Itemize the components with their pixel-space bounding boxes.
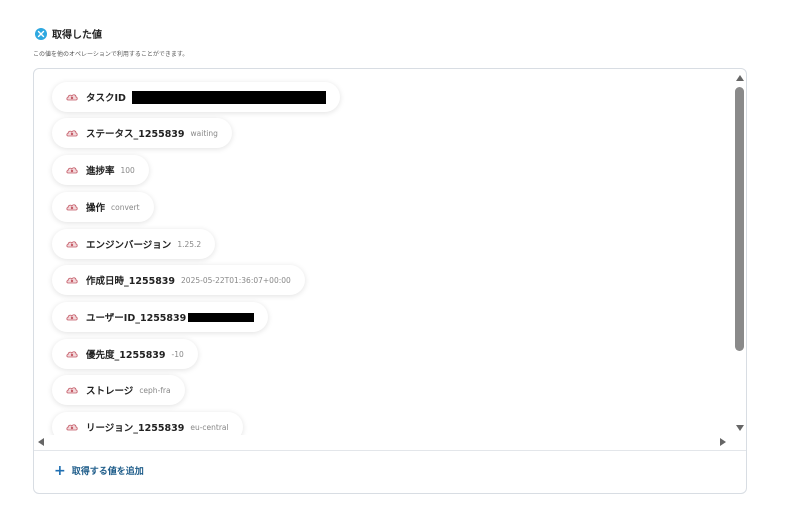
chip-label: 優先度_1255839 — [86, 350, 166, 361]
value-chip-operation[interactable]: 操作 convert — [52, 192, 154, 222]
redacted-value — [131, 90, 326, 104]
value-chip-storage[interactable]: ストレージ ceph-fra — [52, 375, 185, 405]
value-chip-priority[interactable]: 優先度_1255839 -10 — [52, 339, 198, 369]
scroll-right-arrow-icon[interactable] — [720, 438, 726, 446]
value-chip-engine-version[interactable]: エンジンバージョン 1.25.2 — [52, 229, 216, 259]
section-subtitle: この値を他のオペレーションで利用することができます。 — [33, 51, 189, 58]
chip-value: 100 — [120, 165, 135, 175]
horizontal-scrollbar[interactable] — [34, 435, 732, 449]
chip-label: 操作 — [86, 203, 106, 214]
chip-label: エンジンバージョン — [86, 240, 172, 251]
badge-icon — [35, 27, 47, 40]
value-chip-created-at[interactable]: 作成日時_1255839 2025-05-22T01:36:07+00:00 — [52, 265, 305, 295]
add-value-label: 取得する値を追加 — [71, 467, 144, 477]
values-list: タスクID ステータス_1255839 waiting 進捗率 100 操作 c… — [34, 69, 732, 435]
chip-value: 1.25.2 — [177, 239, 202, 249]
scroll-up-arrow-icon[interactable] — [736, 75, 744, 81]
chip-value: 2025-05-22T01:36:07+00:00 — [181, 275, 291, 285]
cloud-icon — [66, 314, 78, 321]
vertical-scrollbar[interactable] — [734, 73, 746, 433]
cloud-icon — [66, 167, 78, 174]
chip-label: ステータス_1255839 — [86, 129, 185, 140]
section-header: 取得した値 — [35, 26, 102, 41]
cloud-icon — [66, 204, 78, 211]
chip-value: -10 — [171, 349, 184, 359]
value-chip-status[interactable]: ステータス_1255839 waiting — [52, 118, 232, 148]
section-title: 取得した値 — [52, 30, 102, 41]
chip-value: eu-central — [190, 422, 229, 432]
cloud-icon — [66, 277, 78, 284]
value-chip-task-id[interactable]: タスクID — [52, 82, 340, 112]
chip-label: ストレージ — [86, 386, 134, 397]
values-panel: タスクID ステータス_1255839 waiting 進捗率 100 操作 c… — [33, 68, 747, 494]
cloud-icon — [66, 94, 78, 101]
chip-label: タスクID — [86, 93, 126, 104]
plus-icon: + — [54, 462, 66, 479]
chip-value: waiting — [190, 128, 218, 138]
cloud-icon — [66, 130, 78, 137]
value-chip-progress[interactable]: 進捗率 100 — [52, 155, 149, 185]
chip-value: ceph-fra — [139, 385, 171, 395]
chip-label: 作成日時_1255839 — [86, 276, 176, 287]
cloud-icon — [66, 424, 78, 431]
chip-label: 進捗率 — [86, 166, 115, 177]
add-value-button[interactable]: + 取得する値を追加 — [54, 462, 144, 479]
cloud-icon — [66, 241, 78, 248]
chip-value: convert — [111, 202, 140, 212]
chip-label: リージョン_1255839 — [86, 423, 185, 434]
scrollbar-thumb[interactable] — [735, 87, 744, 351]
value-chip-user-id[interactable]: ユーザーID_1255839 — [52, 302, 269, 332]
redacted-value — [188, 312, 255, 322]
chip-label: ユーザーID_1255839 — [86, 313, 187, 324]
cloud-icon — [66, 387, 78, 394]
scroll-left-arrow-icon[interactable] — [38, 438, 44, 446]
cloud-icon — [66, 351, 78, 358]
scroll-down-arrow-icon[interactable] — [736, 425, 744, 431]
divider — [34, 450, 746, 451]
value-chip-region[interactable]: リージョン_1255839 eu-central — [52, 412, 243, 435]
